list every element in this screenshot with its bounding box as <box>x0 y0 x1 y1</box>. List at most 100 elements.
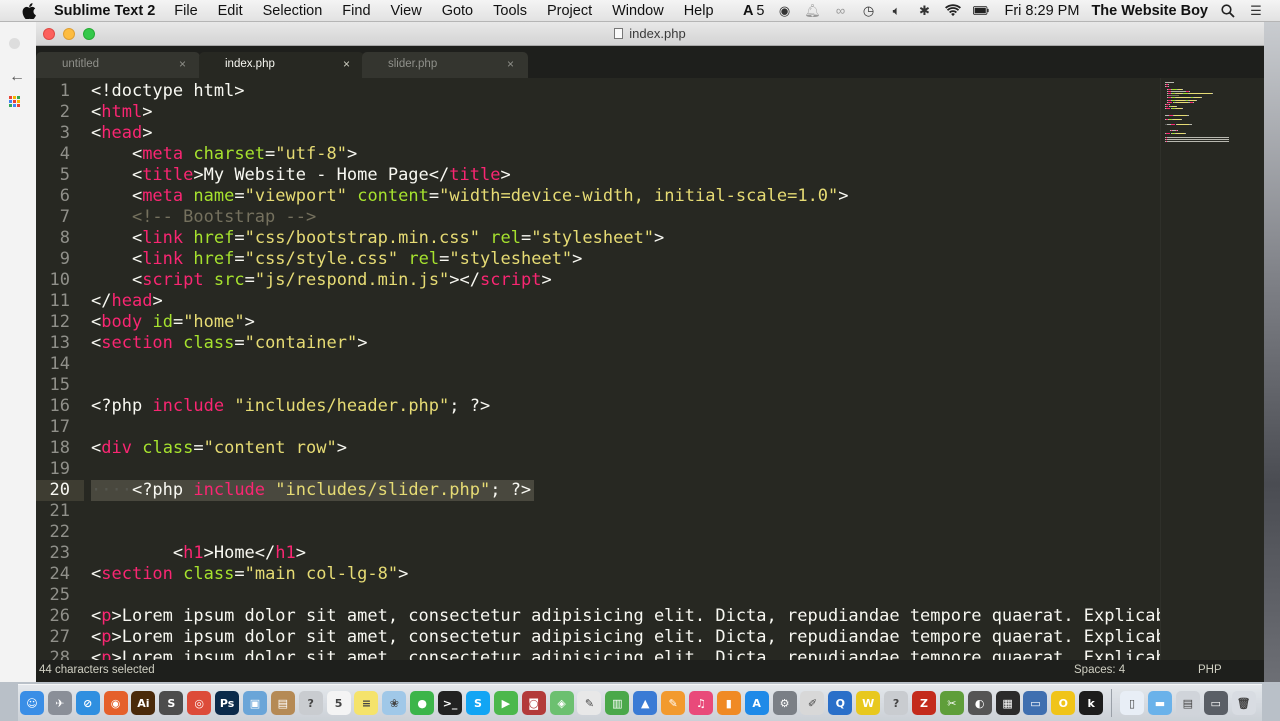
back-arrow-icon[interactable]: ← <box>9 68 25 86</box>
syntax-setting[interactable]: PHP <box>1198 664 1222 676</box>
messages-icon[interactable]: ● <box>410 691 435 715</box>
code-line[interactable]: 6 <meta name="viewport" content="width=d… <box>36 186 1160 207</box>
code-line[interactable]: 7 <!-- Bootstrap --> <box>36 207 1160 228</box>
code-line[interactable]: 26 <p>Lorem ipsum dolor sit amet, consect… <box>36 606 1160 627</box>
photobooth-icon[interactable]: ◙ <box>521 691 546 715</box>
device-icon[interactable]: ▭ <box>1023 691 1048 715</box>
keynote-icon[interactable]: ▲ <box>633 691 658 715</box>
tab-close-icon[interactable]: × <box>179 57 186 71</box>
kindle-icon[interactable]: k <box>1079 691 1104 715</box>
record-icon[interactable]: ◉ <box>777 3 793 18</box>
menu-view[interactable]: View <box>391 3 422 19</box>
screens-stack-icon[interactable]: ▭ <box>1203 691 1228 715</box>
tab-index-php[interactable]: index.php × <box>199 52 364 78</box>
skype-icon[interactable]: S <box>465 691 490 715</box>
safari-icon[interactable]: ⊘ <box>75 691 100 715</box>
code-line[interactable]: 1 <!doctype html> <box>36 81 1160 102</box>
apps-grid-icon[interactable] <box>9 96 21 108</box>
textedit-icon[interactable]: ✎ <box>577 691 602 715</box>
system-preferences-icon[interactable]: ⚙ <box>772 691 797 715</box>
menu-project[interactable]: Project <box>547 3 592 19</box>
code-line[interactable]: 18 <div class="content row"> <box>36 438 1160 459</box>
itunes-icon[interactable]: ♫ <box>688 691 713 715</box>
notification-center-icon[interactable]: ☰ <box>1248 3 1264 18</box>
menu-file[interactable]: File <box>174 3 197 19</box>
menu-edit[interactable]: Edit <box>218 3 243 19</box>
minimap[interactable] <box>1160 78 1264 660</box>
code-line[interactable]: 27 <p>Lorem ipsum dolor sit amet, consect… <box>36 627 1160 648</box>
utility-icon[interactable]: ✂ <box>939 691 964 715</box>
menu-goto[interactable]: Goto <box>442 3 473 19</box>
spotlight-search-icon[interactable] <box>1220 3 1236 18</box>
code-line[interactable]: 14 <box>36 354 1160 375</box>
menu-find[interactable]: Find <box>342 3 370 19</box>
tab-close-icon[interactable]: × <box>343 57 350 71</box>
code-editor[interactable]: 1 <!doctype html> 2 <html> 3 <head> 4 <meta ch… <box>36 78 1160 660</box>
terminal-icon[interactable]: >_ <box>438 691 463 715</box>
numbers-icon[interactable]: ▥ <box>605 691 630 715</box>
volume-icon[interactable]: 🔈︎ <box>889 3 905 18</box>
norton-icon[interactable]: O <box>1051 691 1076 715</box>
bluetooth-icon[interactable]: ✱ <box>917 3 933 18</box>
github-icon[interactable]: ◐ <box>967 691 992 715</box>
folder-icon[interactable]: ▬ <box>1147 691 1172 715</box>
wifi-icon[interactable] <box>944 4 961 18</box>
code-line[interactable]: 12 <body id="home"> <box>36 312 1160 333</box>
photoshop-icon[interactable]: Ps <box>215 691 240 715</box>
creative-cloud-icon[interactable]: ∞ <box>833 3 849 18</box>
help-icon[interactable]: ? <box>298 691 323 715</box>
facetime-icon[interactable]: ▶ <box>493 691 518 715</box>
tab-slider-php[interactable]: slider.php × <box>362 52 528 78</box>
window-titlebar[interactable]: index.php <box>36 22 1264 46</box>
menu-selection[interactable]: Selection <box>263 3 323 19</box>
code-line[interactable]: 10 <script src="js/respond.min.js"></scr… <box>36 270 1160 291</box>
downloads-stack-icon[interactable]: ▤ <box>1175 691 1200 715</box>
adobe-status-item[interactable]: A 5 <box>743 3 765 19</box>
documents-stack-icon[interactable]: ▯ <box>1120 691 1145 715</box>
code-line[interactable]: 21 <box>36 501 1160 522</box>
menubar-clock[interactable]: Fri 8:29 PM <box>1005 3 1080 19</box>
menubar-user[interactable]: The Website Boy <box>1091 3 1208 19</box>
time-machine-icon[interactable]: ◷ <box>861 3 877 18</box>
menu-window[interactable]: Window <box>612 3 664 19</box>
finder-icon[interactable]: ☺ <box>19 691 44 715</box>
code-line[interactable]: 28 <p>Lorem ipsum dolor sit amet, consect… <box>36 648 1160 660</box>
activity-monitor-icon[interactable]: ▦ <box>995 691 1020 715</box>
filezilla-icon[interactable]: Z <box>911 691 936 715</box>
trash-icon[interactable]: 🗑 <box>1231 691 1256 715</box>
launchpad-icon[interactable]: ✈ <box>47 691 72 715</box>
appstore-icon[interactable]: A <box>744 691 769 715</box>
illustrator-icon[interactable]: Ai <box>131 691 156 715</box>
code-line[interactable]: 4 <meta charset="utf-8"> <box>36 144 1160 165</box>
photos-icon[interactable]: ❀ <box>382 691 407 715</box>
code-line[interactable]: 22 <box>36 522 1160 543</box>
vectorworks-icon[interactable]: W <box>856 691 881 715</box>
code-line[interactable]: 25 <box>36 585 1160 606</box>
code-line[interactable]: 19 <box>36 459 1160 480</box>
code-line[interactable]: 2 <html> <box>36 102 1160 123</box>
indentation-setting[interactable]: Spaces: 4 <box>1074 664 1125 676</box>
ibooks-icon[interactable]: ▮ <box>716 691 741 715</box>
pages-icon[interactable]: ✎ <box>661 691 686 715</box>
code-line[interactable]: 15 <box>36 375 1160 396</box>
sublime-icon[interactable]: S <box>159 691 184 715</box>
magnifier-icon[interactable]: Q <box>828 691 853 715</box>
contacts-icon[interactable]: ▤ <box>270 691 295 715</box>
notes-icon[interactable]: ≡ <box>354 691 379 715</box>
code-line[interactable]: 13 <section class="container"> <box>36 333 1160 354</box>
tab-close-icon[interactable]: × <box>507 57 514 71</box>
tab-untitled[interactable]: untitled × <box>36 52 200 78</box>
apple-menu-icon[interactable] <box>20 2 38 19</box>
code-line[interactable]: 5 <title>My Website - Home Page</title> <box>36 165 1160 186</box>
script-editor-icon[interactable]: ✐ <box>800 691 825 715</box>
app-name-menu[interactable]: Sublime Text 2 <box>54 3 155 19</box>
menu-help[interactable]: Help <box>684 3 714 19</box>
firefox-icon[interactable]: ◉ <box>103 691 128 715</box>
preview-icon[interactable]: ▣ <box>242 691 267 715</box>
code-line[interactable]: 9 <link href="css/style.css" rel="styles… <box>36 249 1160 270</box>
battery-icon[interactable] <box>972 4 989 18</box>
calendar-icon[interactable]: 5 <box>326 691 351 715</box>
code-line[interactable]: 16 <?php include "includes/header.php"; ?… <box>36 396 1160 417</box>
code-line[interactable]: 17 <box>36 417 1160 438</box>
chrome-icon[interactable]: ◎ <box>187 691 212 715</box>
